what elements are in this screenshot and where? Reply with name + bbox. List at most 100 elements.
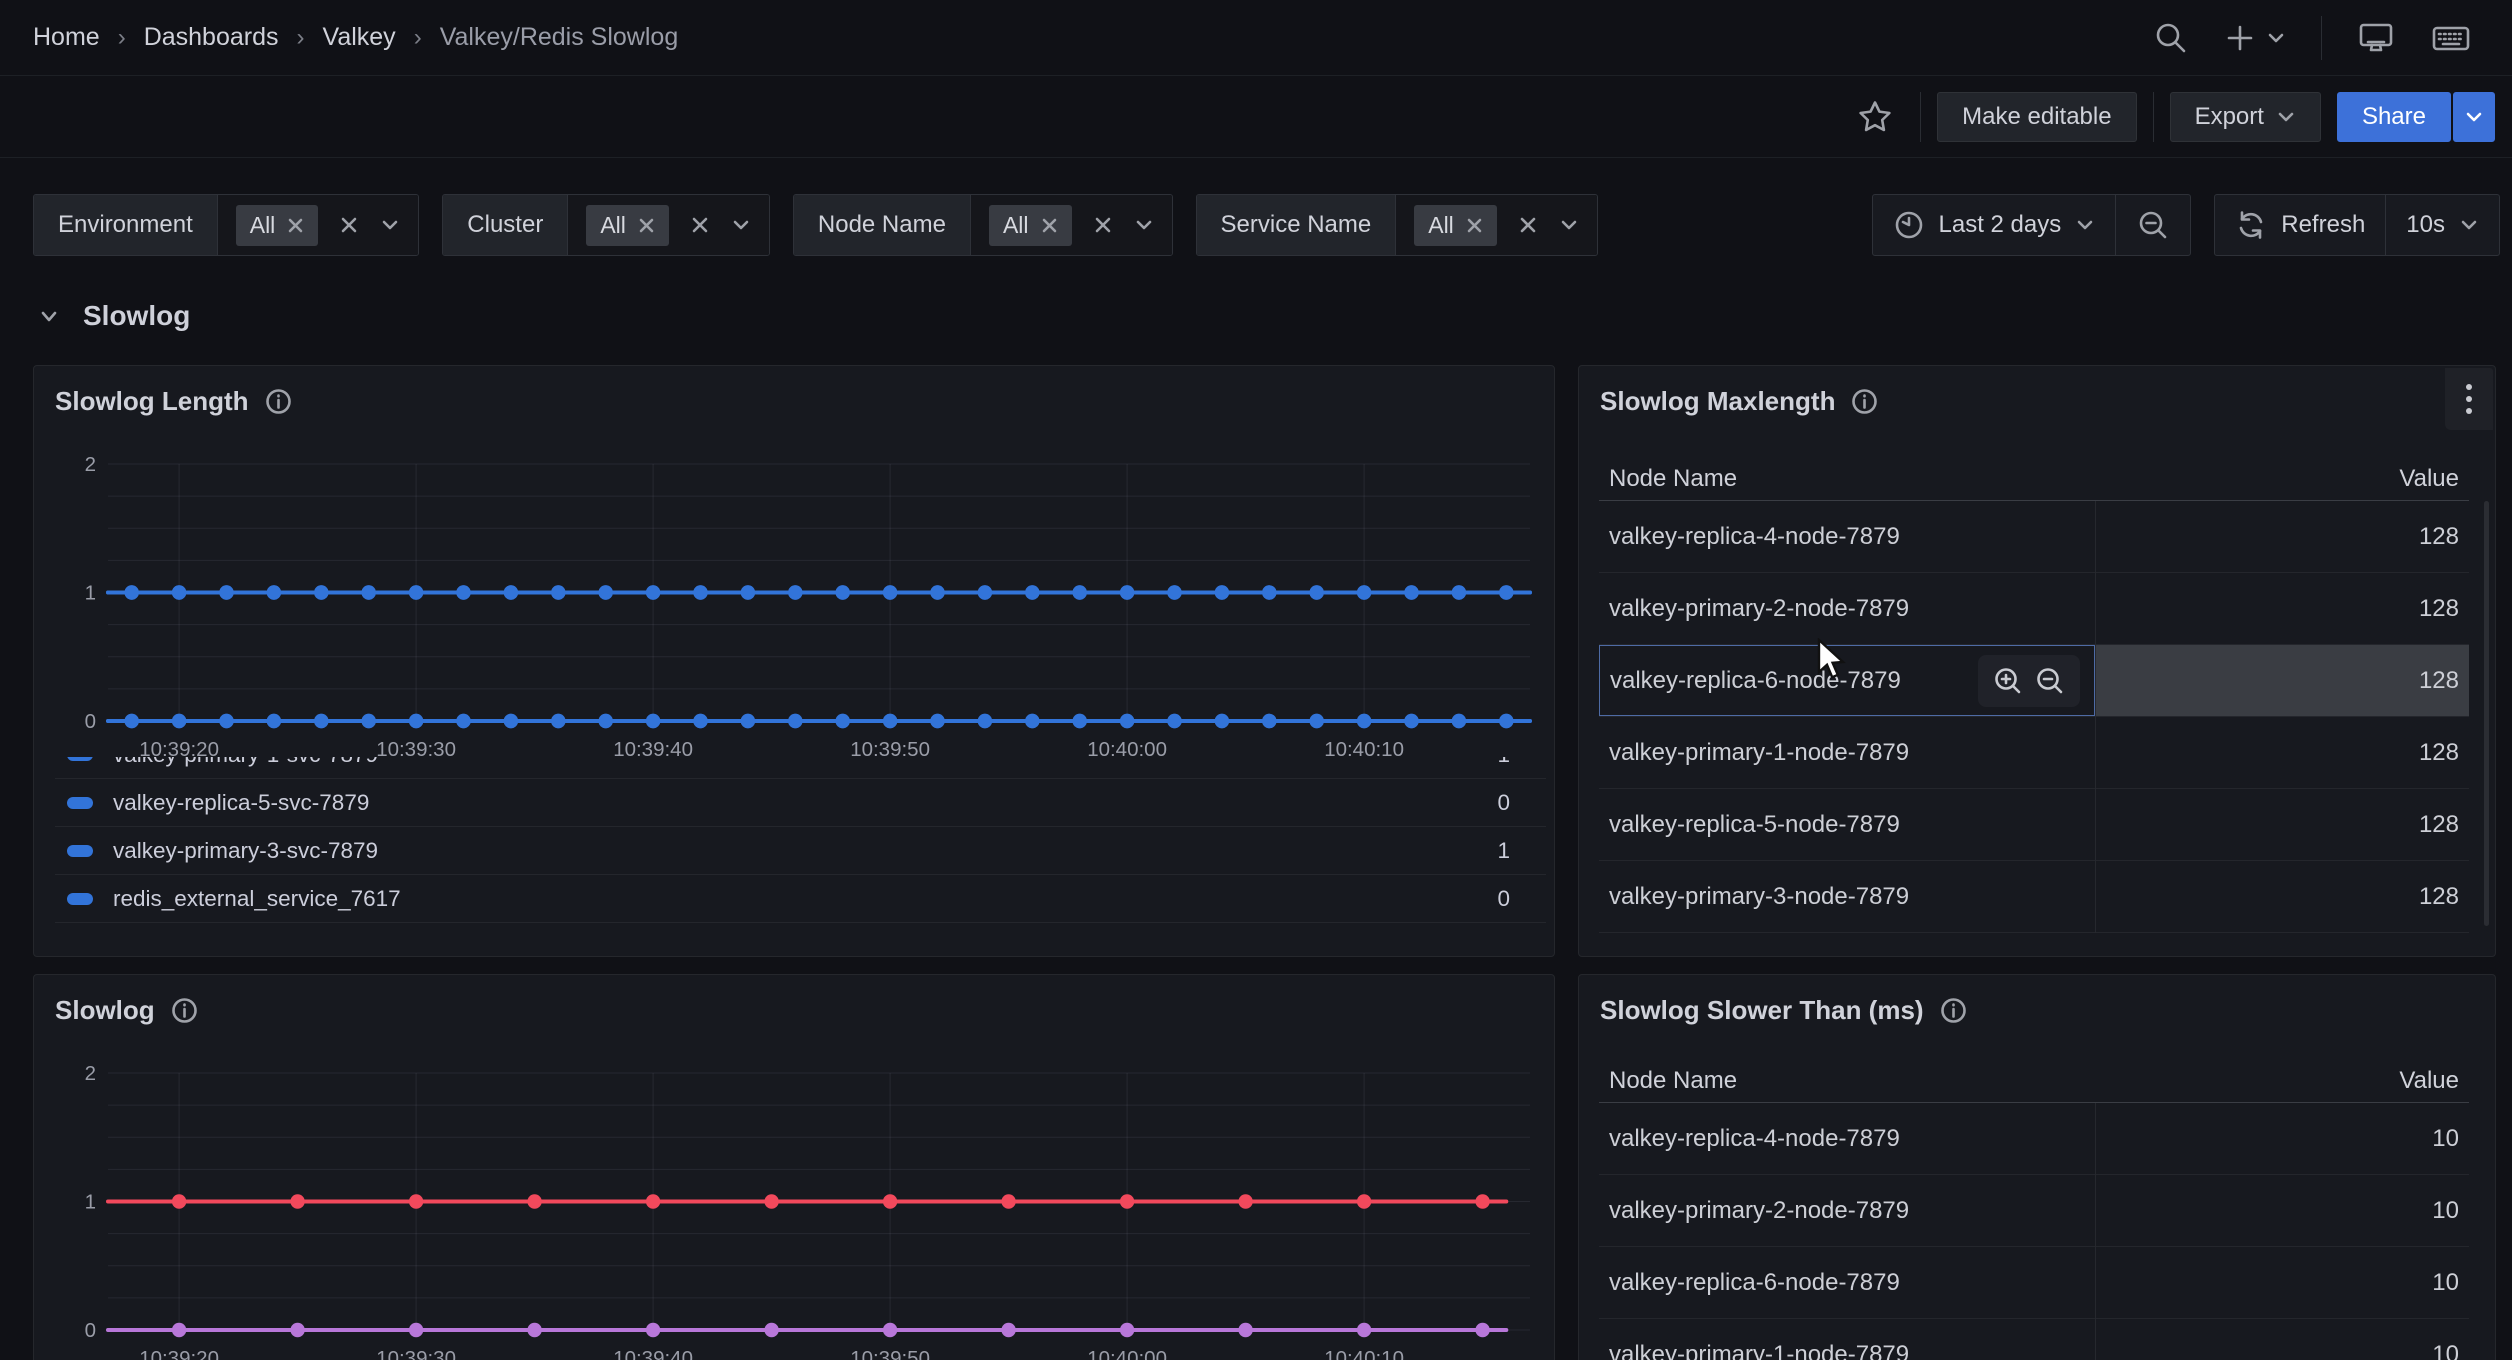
filter-chip[interactable]: All [586,205,669,246]
node-name-cell[interactable]: valkey-replica-5-node-7879 [1599,789,2095,860]
filter-value-dropdown[interactable]: All [218,195,419,255]
col-node-name[interactable]: Node Name [1599,1067,2095,1095]
clock-icon [1893,209,1925,241]
refresh-button[interactable]: Refresh [2215,195,2385,255]
filter-chip[interactable]: All [236,205,319,246]
value-cell: 128 [2095,573,2469,644]
refresh-interval-button[interactable]: 10s [2385,195,2499,255]
node-name-cell[interactable]: valkey-replica-4-node-7879 [1599,1103,2095,1174]
node-name-cell[interactable]: valkey-primary-1-node-7879 [1599,1319,2095,1360]
info-icon[interactable] [1940,997,1967,1024]
legend-item[interactable]: valkey-primary-1-svc-7879 1 [55,757,1546,779]
filter-value-dropdown[interactable]: All [568,195,769,255]
table-row[interactable]: valkey-replica-5-node-7879 128 [1599,789,2469,861]
table-scrollbar[interactable] [2484,501,2489,926]
legend-value: 0 [1497,886,1510,912]
keyboard-button[interactable] [2420,10,2482,66]
chevron-down-icon[interactable] [380,215,400,235]
row-slowlog-toggle[interactable]: Slowlog [37,294,2512,338]
table-row[interactable]: valkey-primary-1-node-7879 128 [1599,717,2469,789]
node-name-cell[interactable]: valkey-replica-4-node-7879 [1599,501,2095,572]
chevron-down-icon[interactable] [1559,215,1579,235]
make-editable-button[interactable]: Make editable [1937,92,2136,142]
table-row-hovered[interactable]: valkey-replica-6-node-7879 128 [1599,645,2469,717]
svg-text:10:39:50: 10:39:50 [850,1347,930,1360]
clear-icon[interactable] [1092,214,1114,236]
node-name-cell[interactable]: valkey-replica-6-node-7879 [1599,1247,2095,1318]
table-row[interactable]: valkey-primary-1-node-7879 10 [1599,1319,2469,1360]
legend-label: valkey-replica-5-svc-7879 [113,790,369,816]
breadcrumb-home[interactable]: Home [33,23,100,52]
panel-title[interactable]: Slowlog Maxlength [1600,386,1835,417]
chip-remove-icon[interactable] [1041,217,1058,234]
timeseries-chart[interactable]: 10:39:2010:39:3010:39:4010:39:5010:40:00… [34,366,1554,766]
timeseries-chart[interactable]: 10:39:2010:39:3010:39:4010:39:5010:40:00… [34,975,1554,1360]
search-button[interactable] [2143,10,2199,66]
breadcrumb-dashboards[interactable]: Dashboards [144,23,279,52]
chevron-down-icon[interactable] [731,215,751,235]
chip-remove-icon[interactable] [287,217,304,234]
filter-label: Service Name [1197,195,1397,255]
series-color-swatch [67,757,93,761]
share-menu-button[interactable] [2453,92,2495,142]
node-name-cell[interactable]: valkey-primary-2-node-7879 [1599,573,2095,644]
filter-value-dropdown[interactable]: All [971,195,1172,255]
chevron-down-icon [2459,215,2479,235]
filter-for-value-icon[interactable] [1992,665,2024,697]
filter-cluster: Cluster All [442,194,770,256]
export-button[interactable]: Export [2170,92,2321,142]
filter-out-value-icon[interactable] [2034,665,2066,697]
value-cell: 10 [2095,1103,2469,1174]
keyboard-icon [2430,21,2472,55]
table-row[interactable]: valkey-primary-3-node-7879 128 [1599,861,2469,933]
col-node-name[interactable]: Node Name [1599,465,2095,493]
panel-menu-button[interactable] [2445,368,2493,430]
filter-chip[interactable]: All [1414,205,1497,246]
clear-icon[interactable] [689,214,711,236]
node-name-cell[interactable]: valkey-primary-1-node-7879 [1599,717,2095,788]
zoom-out-time-button[interactable] [2115,195,2190,255]
table-row[interactable]: valkey-replica-6-node-7879 10 [1599,1247,2469,1319]
top-nav: Home › Dashboards › Valkey › Valkey/Redi… [0,0,2512,76]
legend-item[interactable]: valkey-primary-3-svc-7879 1 [55,827,1546,875]
chip-remove-icon[interactable] [638,217,655,234]
zoom-out-icon [2136,208,2170,242]
col-value[interactable]: Value [2095,1067,2469,1095]
chip-remove-icon[interactable] [1466,217,1483,234]
value-cell: 10 [2095,1319,2469,1360]
new-create-button[interactable] [2213,10,2297,66]
table-row[interactable]: valkey-replica-4-node-7879 10 [1599,1103,2469,1175]
favorite-button[interactable] [1846,89,1904,145]
node-name-cell[interactable]: valkey-primary-3-node-7879 [1599,861,2095,932]
share-button[interactable]: Share [2337,92,2451,142]
info-icon[interactable] [1851,388,1878,415]
time-range-button[interactable]: Last 2 days [1873,195,2116,255]
chevron-down-icon[interactable] [1134,215,1154,235]
value-cell: 128 [2095,645,2469,716]
clear-icon[interactable] [1517,214,1539,236]
refresh-label: Refresh [2281,211,2365,239]
legend-item[interactable]: valkey-replica-5-svc-7879 0 [55,779,1546,827]
chevron-down-icon [2276,107,2296,127]
monitor-button[interactable] [2346,10,2406,66]
table-row[interactable]: valkey-replica-4-node-7879 128 [1599,501,2469,573]
table-row[interactable]: valkey-primary-2-node-7879 10 [1599,1175,2469,1247]
node-name-cell[interactable]: valkey-primary-2-node-7879 [1599,1175,2095,1246]
panel-title[interactable]: Slowlog Slower Than (ms) [1600,995,1924,1026]
monitor-icon [2356,19,2396,57]
clear-icon[interactable] [338,214,360,236]
table-row[interactable]: valkey-primary-2-node-7879 128 [1599,573,2469,645]
node-name-cell[interactable]: valkey-replica-6-node-7879 [1599,645,2095,716]
filter-chip[interactable]: All [989,205,1072,246]
table-header: Node Name Value [1599,458,2469,501]
breadcrumb-valkey[interactable]: Valkey [323,23,396,52]
chevron-down-icon [2075,215,2095,235]
node-name-text: valkey-replica-6-node-7879 [1610,667,1901,695]
column-divider [2095,501,2096,933]
panel-slowlog-length: Slowlog Length 10:39:2010:39:3010:39:401… [33,365,1555,957]
legend-value: 1 [1497,838,1510,864]
legend-item[interactable]: redis_external_service_7617 0 [55,875,1546,923]
svg-text:2: 2 [85,1062,96,1085]
col-value[interactable]: Value [2095,465,2469,493]
filter-value-dropdown[interactable]: All [1396,195,1597,255]
